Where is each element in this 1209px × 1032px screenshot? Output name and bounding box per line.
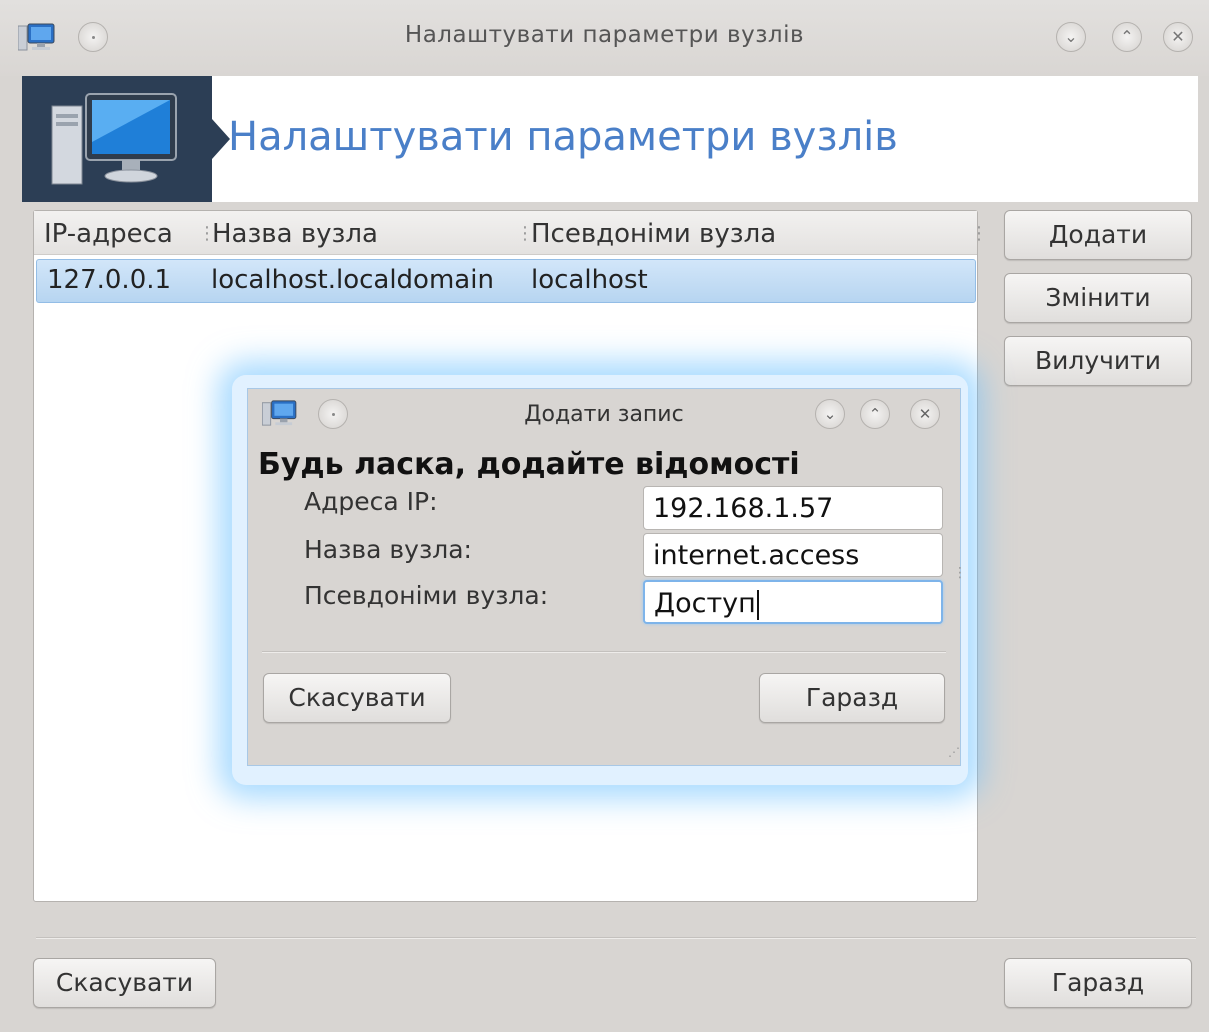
alias-field-value: Доступ — [654, 588, 756, 619]
banner-title: Налаштувати параметри вузлів — [228, 114, 898, 160]
close-icon[interactable]: ✕ — [910, 399, 940, 429]
ok-button[interactable]: Гаразд — [1004, 958, 1192, 1008]
window-title: Налаштувати параметри вузлів — [404, 22, 805, 48]
computer-icon — [51, 93, 177, 185]
title-bar: Налаштувати параметри вузлів ⌄ ⌃ ✕ — [0, 0, 1209, 76]
text-caret — [756, 589, 759, 620]
ip-address-field[interactable]: 192.168.1.57 — [643, 486, 943, 530]
dialog-cancel-button[interactable]: Скасувати — [263, 673, 451, 723]
resize-grip-icon[interactable]: ⋮ — [953, 565, 967, 581]
resize-corner-icon[interactable]: ⋰ — [948, 745, 960, 759]
dialog-title-bar: Додати запис ⌄ ⌃ ✕ — [248, 389, 960, 443]
dialog-separator — [262, 651, 946, 653]
cell-host: localhost.localdomain — [211, 265, 494, 295]
maximize-icon[interactable]: ⌃ — [1112, 22, 1142, 52]
close-icon[interactable]: ✕ — [1163, 22, 1193, 52]
minimize-icon[interactable]: ⌄ — [1056, 22, 1086, 52]
dialog-ok-button[interactable]: Гаразд — [759, 673, 945, 723]
remove-button[interactable]: Вилучити — [1004, 336, 1192, 386]
cell-alias: localhost — [531, 265, 648, 295]
column-header-host[interactable]: Назва вузла — [212, 219, 378, 249]
header-banner: Налаштувати параметри вузлів — [22, 76, 1198, 202]
column-header-alias[interactable]: Псевдоніми вузла — [531, 219, 776, 249]
host-label: Назва вузла: — [304, 535, 472, 564]
add-entry-dialog: Додати запис ⌄ ⌃ ✕ Будь ласка, додайте в… — [247, 388, 967, 766]
column-header-ip[interactable]: IP-адреса — [44, 219, 173, 249]
cancel-button[interactable]: Скасувати — [33, 958, 216, 1008]
alias-field[interactable]: Доступ — [643, 580, 943, 624]
hostname-field[interactable]: internet.access — [643, 533, 943, 577]
ip-label: Адреса IP: — [304, 487, 438, 516]
banner-icon-area — [22, 76, 230, 202]
edit-button[interactable]: Змінити — [1004, 273, 1192, 323]
footer-separator — [36, 937, 1196, 939]
column-separator[interactable]: ⋮ — [970, 223, 988, 244]
add-button[interactable]: Додати — [1004, 210, 1192, 260]
minimize-icon[interactable]: ⌄ — [815, 399, 845, 429]
alias-label: Псевдоніми вузла: — [304, 581, 549, 610]
cell-ip: 127.0.0.1 — [47, 265, 172, 295]
dialog-title: Додати запис — [524, 402, 684, 427]
table-row[interactable]: 127.0.0.1 localhost.localdomain localhos… — [36, 259, 976, 303]
dialog-heading: Будь ласка, додайте відомості — [258, 447, 800, 482]
list-header: IP-адреса ⋮ Назва вузла ⋮ Псевдоніми вуз… — [34, 211, 988, 255]
maximize-icon[interactable]: ⌃ — [860, 399, 890, 429]
